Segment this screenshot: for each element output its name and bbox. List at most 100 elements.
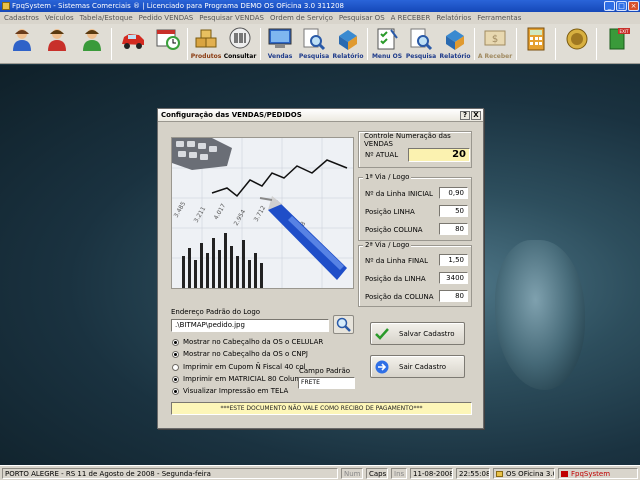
option-cupom-label: Imprimir em Cupom Ñ Fiscal 40 col (183, 363, 306, 371)
numero-atual-label: Nº ATUAL (365, 151, 399, 159)
a-receber-button[interactable]: $ A Receber (478, 26, 512, 62)
close-window-button[interactable]: × (628, 1, 639, 11)
minimize-button[interactable]: _ (604, 1, 615, 11)
via2-posicao-coluna-field[interactable]: 80 (439, 290, 468, 302)
menu-ordem-servico[interactable]: Ordem de Serviço (270, 14, 333, 22)
produtos-label: Produtos (190, 53, 222, 60)
logo-path-input[interactable]: .\BITMAP\pedido.jpg (171, 319, 329, 332)
linha-final-label: Nº da Linha FINAL (365, 257, 428, 265)
option-matricial[interactable]: Imprimir em MATRICIAL 80 Colunas (172, 375, 307, 383)
menu-veiculos[interactable]: Veículos (45, 14, 74, 22)
menu-a-receber[interactable]: A RECEBER (391, 14, 431, 22)
exit-button[interactable]: EXIT (602, 26, 636, 62)
menu-tabela-estoque[interactable]: Tabela/Estoque (80, 14, 133, 22)
client-button[interactable] (5, 26, 39, 62)
menu-relatorios[interactable]: Relatórios (436, 14, 471, 22)
status-time: 22:55:08 (456, 468, 490, 479)
via2-group: 2ª Via / Logo Nº da Linha FINAL 1,50 Pos… (358, 241, 472, 307)
vendas-button[interactable]: Vendas (263, 26, 297, 62)
arrow-right-icon (375, 360, 389, 373)
calendar-clock-icon (156, 29, 180, 50)
salvar-cadastro-button[interactable]: Salvar Cadastro (370, 322, 465, 345)
browse-logo-button[interactable] (333, 315, 354, 334)
app-small-icon (496, 471, 503, 477)
menu-pesquisar-vendas[interactable]: Pesquisar VENDAS (199, 14, 264, 22)
pesquisa-vendas-label: Pesquisa (298, 53, 330, 60)
numeracao-group: Controle Numeração das VENDAS Nº ATUAL 2… (358, 131, 472, 168)
a-receber-label: A Receber (477, 53, 513, 60)
sair-cadastro-button[interactable]: Sair Cadastro (370, 355, 465, 378)
menu-ferramentas[interactable]: Ferramentas (477, 14, 521, 22)
calculator-icon (527, 27, 545, 51)
pesquisa-os-button[interactable]: Pesquisa (404, 26, 438, 62)
numero-atual-field[interactable]: 20 (408, 148, 470, 162)
dialog-close-button[interactable]: X (471, 111, 481, 120)
checkmark-icon (375, 327, 389, 340)
status-app: OS OFicina 3.0 (493, 468, 555, 479)
option-celular[interactable]: Mostrar no Cabeçalho da OS o CELULAR (172, 338, 323, 346)
linha-final-field[interactable]: 1,50 (439, 254, 468, 266)
report-icon (339, 30, 357, 50)
status-location: PORTO ALEGRE - RS 11 de Agosto de 2008 -… (2, 468, 338, 479)
option-cnpj[interactable]: Mostrar no Cabeçalho da OS o CNPJ (172, 350, 308, 358)
option-cupom[interactable]: Imprimir em Cupom Ñ Fiscal 40 col (172, 363, 306, 371)
relatorio-os-button[interactable]: Relatório (438, 26, 472, 62)
menu-os-label: Menu OS (371, 53, 403, 60)
campo-padrao-label: Campo Padrão (299, 367, 351, 375)
option-cupom-radio[interactable] (172, 363, 179, 371)
option-matricial-label: Imprimir em MATRICIAL 80 Colunas (183, 375, 307, 383)
vehicle-button[interactable] (116, 26, 150, 62)
option-visualizar-label: Visualizar Impressão em TELA (183, 387, 289, 395)
via1-posicao-coluna-field[interactable]: 80 (439, 223, 468, 235)
status-caps: Caps (366, 468, 388, 479)
campo-padrao-input[interactable]: FRETE (298, 377, 355, 389)
menu-cadastros[interactable]: Cadastros (4, 14, 39, 22)
background-rock (495, 240, 585, 390)
option-matricial-radio[interactable] (172, 375, 179, 383)
linha-inicial-field[interactable]: 0,90 (439, 187, 468, 199)
search-document-icon (303, 28, 326, 51)
exit-door-icon: EXIT (609, 28, 630, 50)
menu-pedido-vendas[interactable]: Pedido VENDAS (139, 14, 194, 22)
app-icon (2, 2, 10, 10)
window-title: FpqSystem - Sistemas Comerciais ® | Lice… (12, 2, 344, 10)
status-num: Num (341, 468, 363, 479)
maximize-button[interactable]: □ (616, 1, 627, 11)
user-button[interactable] (40, 26, 74, 62)
salvar-cadastro-label: Salvar Cadastro (399, 329, 455, 338)
dialog-title: Configuração das VENDAS/PEDIDOS (158, 109, 483, 122)
menu-os-button[interactable]: Menu OS (370, 26, 404, 62)
search-document-icon (410, 28, 433, 51)
produtos-button[interactable]: Produtos (189, 26, 223, 62)
option-visualizar-radio[interactable] (172, 387, 179, 395)
relatorio-vendas-button[interactable]: Relatório (331, 26, 365, 62)
via1-group: 1ª Via / Logo Nº da Linha INICIAL 0,90 P… (358, 173, 472, 241)
relatorio-os-label: Relatório (439, 53, 471, 60)
calculator-button[interactable] (519, 26, 553, 62)
via2-posicao-linha-field[interactable]: 3400 (439, 272, 468, 284)
via1-posicao-linha-field[interactable]: 50 (439, 205, 468, 217)
consultar-button[interactable]: Consultar (223, 26, 257, 62)
sair-cadastro-label: Sair Cadastro (399, 362, 447, 371)
vendas-label: Vendas (267, 53, 293, 60)
person-green-icon (83, 29, 101, 51)
schedule-button[interactable] (151, 26, 185, 62)
pesquisa-vendas-button[interactable]: Pesquisa (297, 26, 331, 62)
via2-title: 2ª Via / Logo (363, 241, 412, 249)
option-visualizar[interactable]: Visualizar Impressão em TELA (172, 387, 288, 395)
help-button[interactable]: ? (460, 111, 470, 120)
status-brand-label: FpqSystem (571, 470, 611, 478)
car-icon (122, 34, 144, 49)
employee-button[interactable] (75, 26, 109, 62)
option-cnpj-label: Mostrar no Cabeçalho da OS o CNPJ (183, 350, 308, 358)
option-celular-radio[interactable] (172, 338, 179, 346)
window-title-bar: FpqSystem - Sistemas Comerciais ® | Lice… (0, 0, 640, 12)
status-app-label: OS OFicina 3.0 (506, 470, 555, 478)
toolbar: Produtos Consultar Vendas Pesquisa Relat… (0, 24, 640, 64)
coins-button[interactable] (560, 26, 594, 62)
warning-field: ***ESTE DOCUMENTO NÃO VALE COMO RECIBO D… (171, 402, 472, 415)
menu-pesquisar-os[interactable]: Pesquisar OS (339, 14, 385, 22)
option-celular-label: Mostrar no Cabeçalho da OS o CELULAR (183, 338, 324, 346)
option-cnpj-radio[interactable] (172, 350, 179, 358)
report-icon (446, 30, 464, 50)
